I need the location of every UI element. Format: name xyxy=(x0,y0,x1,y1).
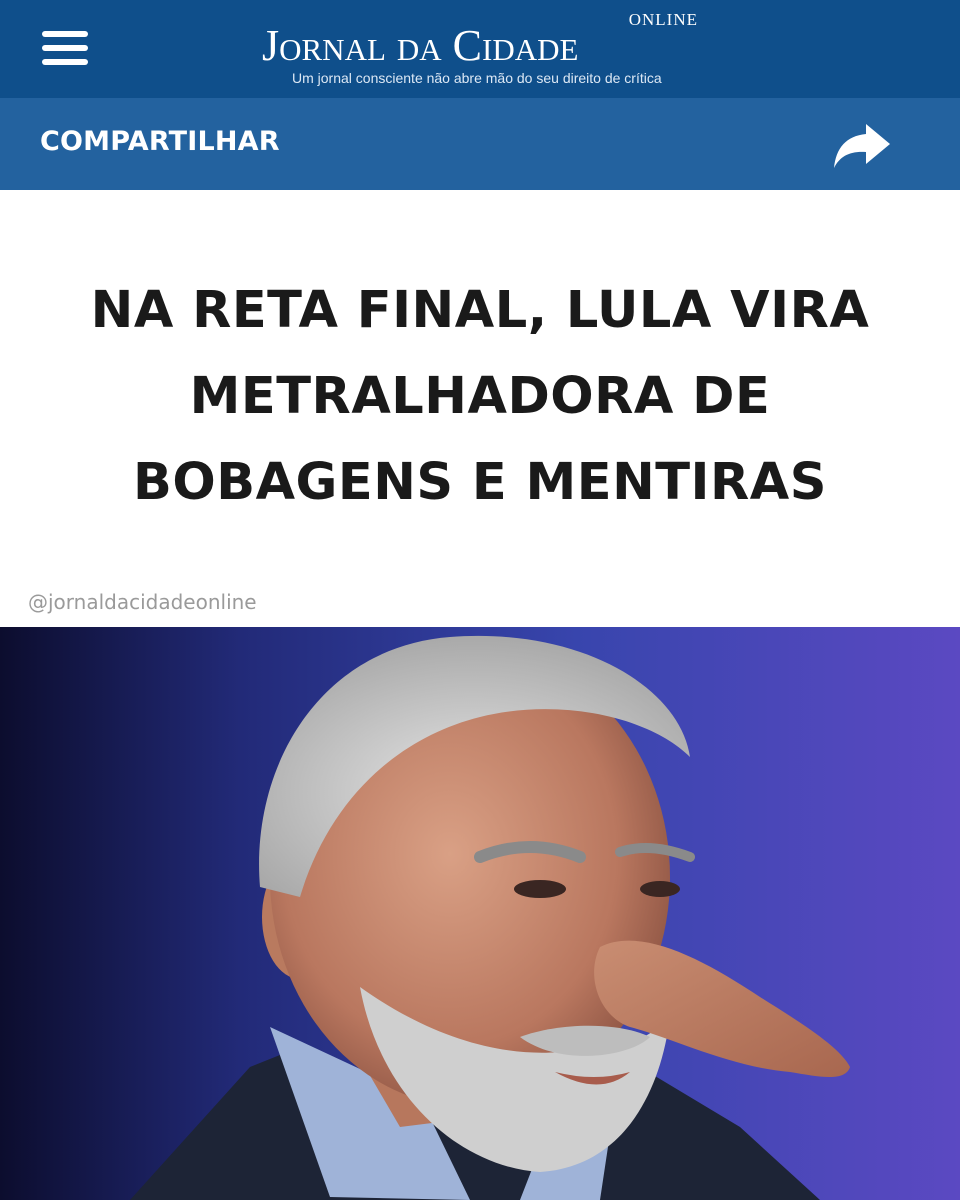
news-page: ONLINE Jornal da Cidade Um jornal consci… xyxy=(0,0,960,1200)
headline-line-3: BOBAGENS E MENTIRAS xyxy=(132,453,828,512)
article-headline: NA RETA FINAL, LULA VIRA METRALHADORA DE… xyxy=(40,268,920,526)
share-arrow-icon[interactable] xyxy=(830,120,892,172)
headline-line-2: METRALHADORA DE xyxy=(189,367,771,426)
logo-online-label: ONLINE xyxy=(628,10,698,29)
share-bar: COMPARTILHAR xyxy=(0,98,960,190)
site-header: ONLINE Jornal da Cidade Um jornal consci… xyxy=(0,0,960,98)
headline-line-1: NA RETA FINAL, LULA VIRA xyxy=(90,281,870,340)
article-photo xyxy=(0,627,960,1200)
logo-title: Jornal da Cidade xyxy=(262,21,579,70)
hamburger-menu-icon[interactable] xyxy=(36,26,92,70)
site-logo[interactable]: ONLINE Jornal da Cidade Um jornal consci… xyxy=(262,8,702,92)
logo-tagline: Um jornal consciente não abre mão do seu… xyxy=(292,70,662,86)
social-handle: @jornaldacidadeonline xyxy=(28,590,257,614)
share-button[interactable]: COMPARTILHAR xyxy=(40,126,280,157)
